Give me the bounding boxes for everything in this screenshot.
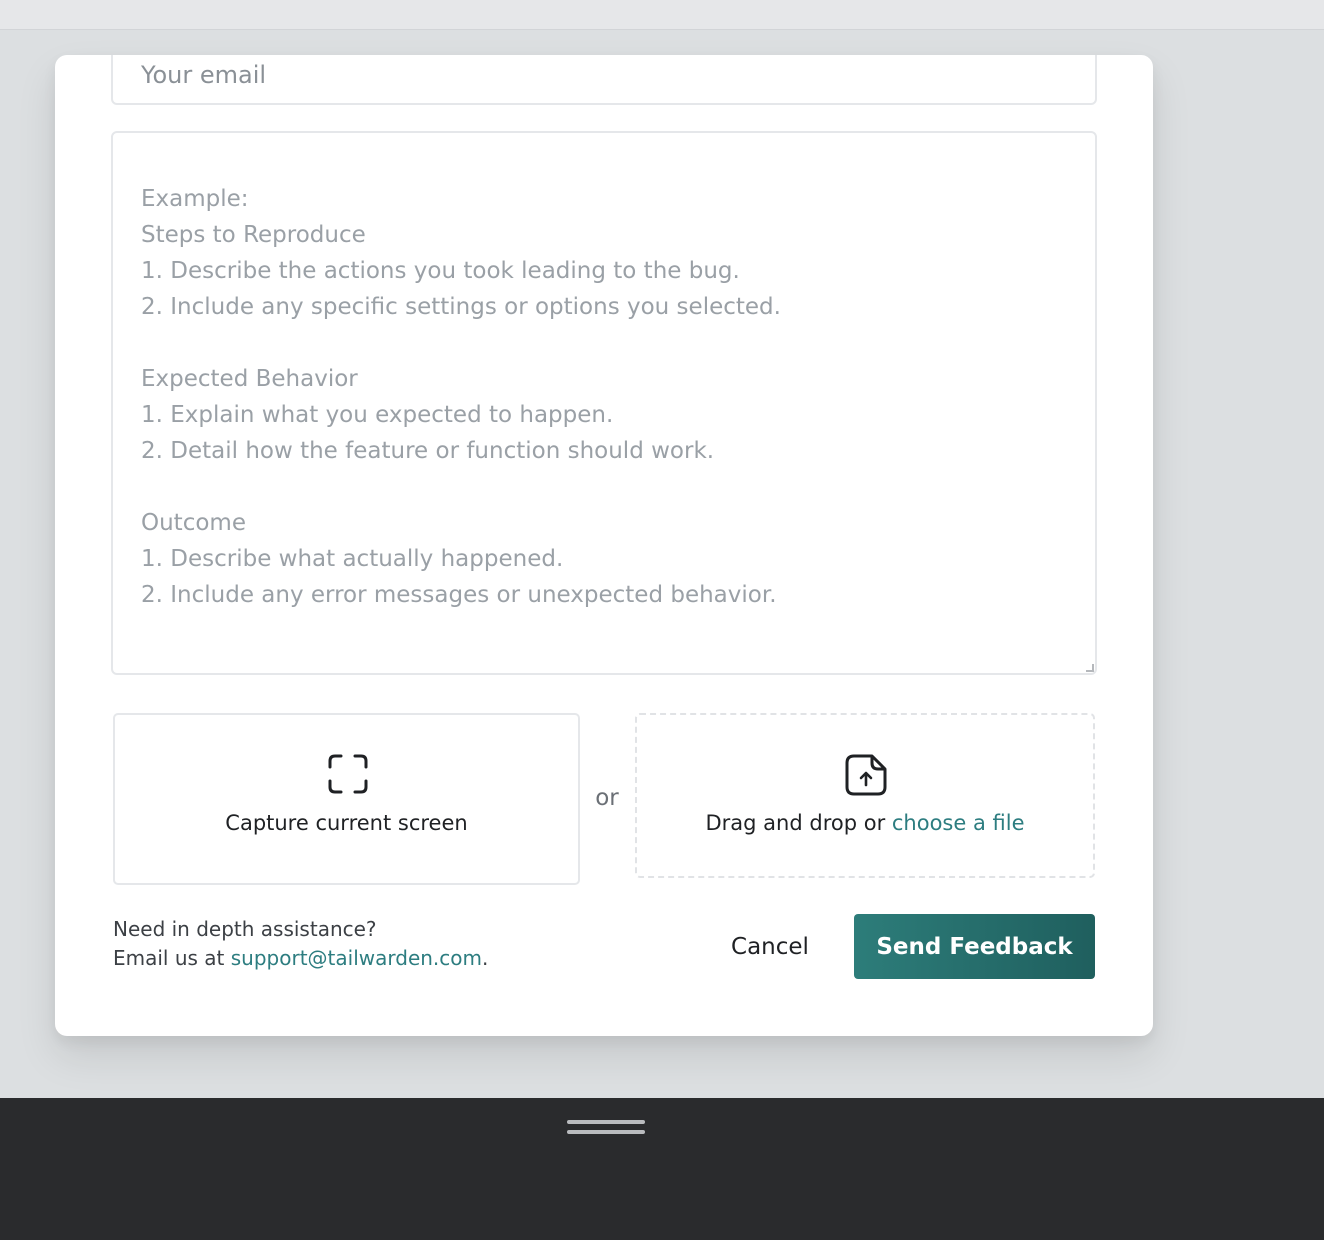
help-line-2: Email us at support@tailwarden.com. <box>113 944 593 973</box>
support-email-link[interactable]: support@tailwarden.com <box>231 946 482 970</box>
drag-handle-line-top <box>567 1120 645 1124</box>
top-bar <box>0 0 1324 30</box>
help-line-1: Need in depth assistance? <box>113 917 377 941</box>
bottom-sheet-bar <box>0 1098 1324 1240</box>
help-line-2-prefix: Email us at <box>113 946 231 970</box>
or-separator: or <box>595 785 619 811</box>
cancel-button[interactable]: Cancel <box>710 914 830 980</box>
drop-zone-label: Drag and drop or choose a file <box>637 811 1093 835</box>
send-feedback-button[interactable]: Send Feedback <box>854 914 1095 979</box>
choose-file-link[interactable]: choose a file <box>892 811 1025 835</box>
feedback-modal: Capture current screen or Drag and drop … <box>55 55 1153 1036</box>
help-line-2-suffix: . <box>482 946 489 970</box>
capture-screen-button[interactable]: Capture current screen <box>113 713 580 885</box>
capture-screen-label: Capture current screen <box>225 811 468 835</box>
help-text: Need in depth assistance? Email us at su… <box>113 915 593 973</box>
description-textarea[interactable] <box>111 131 1097 675</box>
screen-capture-icon <box>328 754 368 794</box>
drag-handle-line-bottom <box>567 1130 645 1134</box>
textarea-resize-handle[interactable] <box>1086 664 1094 672</box>
drop-zone-text: Drag and drop or <box>705 811 892 835</box>
email-input[interactable] <box>111 55 1097 105</box>
file-upload-icon <box>845 754 887 796</box>
drag-handle[interactable] <box>567 1120 645 1138</box>
file-drop-zone[interactable]: Drag and drop or choose a file <box>635 713 1095 878</box>
